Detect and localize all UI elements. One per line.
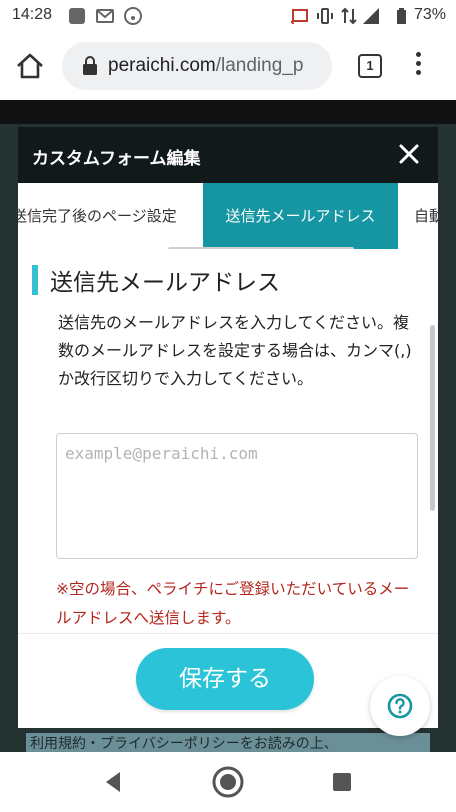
modal-body: 送信先メールアドレス 送信先のメールアドレスを入力してください。複数のメールアド… bbox=[18, 249, 438, 633]
system-nav-bar bbox=[0, 752, 456, 812]
tab-completion-page[interactable]: 送信完了後のページ設定 bbox=[18, 183, 177, 249]
home-icon[interactable] bbox=[14, 50, 46, 82]
body-scrollbar[interactable] bbox=[430, 325, 435, 511]
help-icon bbox=[387, 693, 413, 719]
battery-level: 73% bbox=[413, 6, 446, 23]
tab-auto[interactable]: 自動 bbox=[414, 183, 438, 249]
back-icon[interactable] bbox=[98, 766, 130, 798]
section-accent-bar bbox=[32, 265, 38, 295]
close-icon[interactable] bbox=[396, 141, 422, 167]
data-icon bbox=[341, 7, 357, 25]
empty-email-note: ※空の場合、ペライチにご登録いただいているメールアドレスへ送信します。 bbox=[56, 580, 410, 627]
lock-icon bbox=[83, 56, 97, 75]
recipient-email-input[interactable] bbox=[56, 433, 418, 559]
overflow-menu-icon[interactable] bbox=[412, 52, 424, 80]
gmail-icon bbox=[96, 9, 114, 23]
tab-switcher-button[interactable]: 1 bbox=[358, 54, 382, 78]
modal-header: カスタムフォーム編集 bbox=[18, 127, 438, 183]
photo-icon bbox=[69, 8, 85, 24]
url-path: /landing_p bbox=[215, 55, 304, 76]
status-time: 14:28 bbox=[12, 6, 53, 23]
home-circle-icon[interactable] bbox=[212, 766, 244, 798]
address-bar[interactable]: peraichi.com/landing_p bbox=[62, 42, 332, 90]
save-button[interactable]: 保存する bbox=[136, 648, 314, 710]
browser-toolbar: peraichi.com/landing_p 1 bbox=[0, 32, 456, 100]
cast-icon bbox=[290, 9, 308, 25]
tab-recipient-email[interactable]: 送信先メールアドレス bbox=[203, 183, 398, 249]
page-top-strip bbox=[0, 100, 456, 124]
modal-title: カスタムフォーム編集 bbox=[32, 149, 201, 169]
status-bar: 14:28 73% bbox=[0, 0, 456, 32]
url-text: peraichi.com/landing_p bbox=[108, 55, 303, 77]
battery-icon bbox=[397, 8, 406, 24]
wifi-icon bbox=[124, 7, 142, 25]
section-description: 送信先のメールアドレスを入力してください。複数のメールアドレスを設定する場合は、… bbox=[58, 313, 412, 388]
url-domain: peraichi.com bbox=[108, 55, 216, 76]
help-button[interactable] bbox=[370, 676, 430, 736]
vibrate-icon bbox=[317, 8, 333, 24]
signal-icon bbox=[363, 8, 379, 24]
recents-icon[interactable] bbox=[326, 766, 358, 798]
section-title: 送信先メールアドレス bbox=[50, 270, 280, 296]
modal-tab-bar: 送信完了後のページ設定 送信先メールアドレス 自動 bbox=[18, 183, 438, 249]
